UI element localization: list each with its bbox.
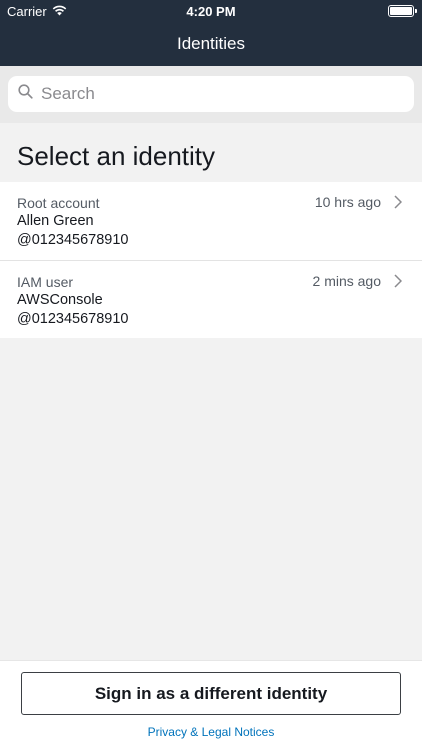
identity-name: AWSConsole bbox=[17, 292, 103, 308]
search-field[interactable] bbox=[8, 76, 414, 112]
section-title: Select an identity bbox=[17, 141, 216, 171]
identity-row-iam[interactable]: IAM user AWSConsole @012345678910 2 mins… bbox=[0, 260, 422, 338]
status-time: 4:20 PM bbox=[186, 4, 236, 19]
identity-row-root[interactable]: Root account Allen Green @012345678910 1… bbox=[0, 182, 422, 260]
sign-in-different-identity-button[interactable]: Sign in as a different identity bbox=[21, 672, 401, 715]
status-bar: Carrier 4:20 PM bbox=[0, 0, 422, 22]
search-icon bbox=[18, 84, 41, 104]
identity-last-used: 10 hrs ago bbox=[314, 194, 381, 210]
chevron-right-icon bbox=[394, 274, 403, 293]
identity-name: Allen Green bbox=[17, 213, 94, 229]
identity-account: @012345678910 bbox=[17, 310, 129, 327]
search-bar bbox=[0, 66, 422, 123]
nav-title: Identities bbox=[176, 34, 246, 53]
identity-list: Root account Allen Green @012345678910 1… bbox=[0, 182, 422, 338]
battery-icon bbox=[388, 5, 417, 17]
chevron-right-icon bbox=[394, 195, 403, 214]
identity-account: @012345678910 bbox=[17, 231, 129, 248]
privacy-legal-link[interactable]: Privacy & Legal Notices bbox=[0, 725, 422, 739]
footer: Sign in as a different identity Privacy … bbox=[0, 660, 422, 750]
search-input[interactable] bbox=[41, 84, 404, 104]
top-bar: Carrier 4:20 PM Identities bbox=[0, 0, 422, 66]
identity-last-used: 2 mins ago bbox=[312, 273, 381, 289]
identities-screen: Carrier 4:20 PM Identities Search Select… bbox=[0, 0, 422, 750]
